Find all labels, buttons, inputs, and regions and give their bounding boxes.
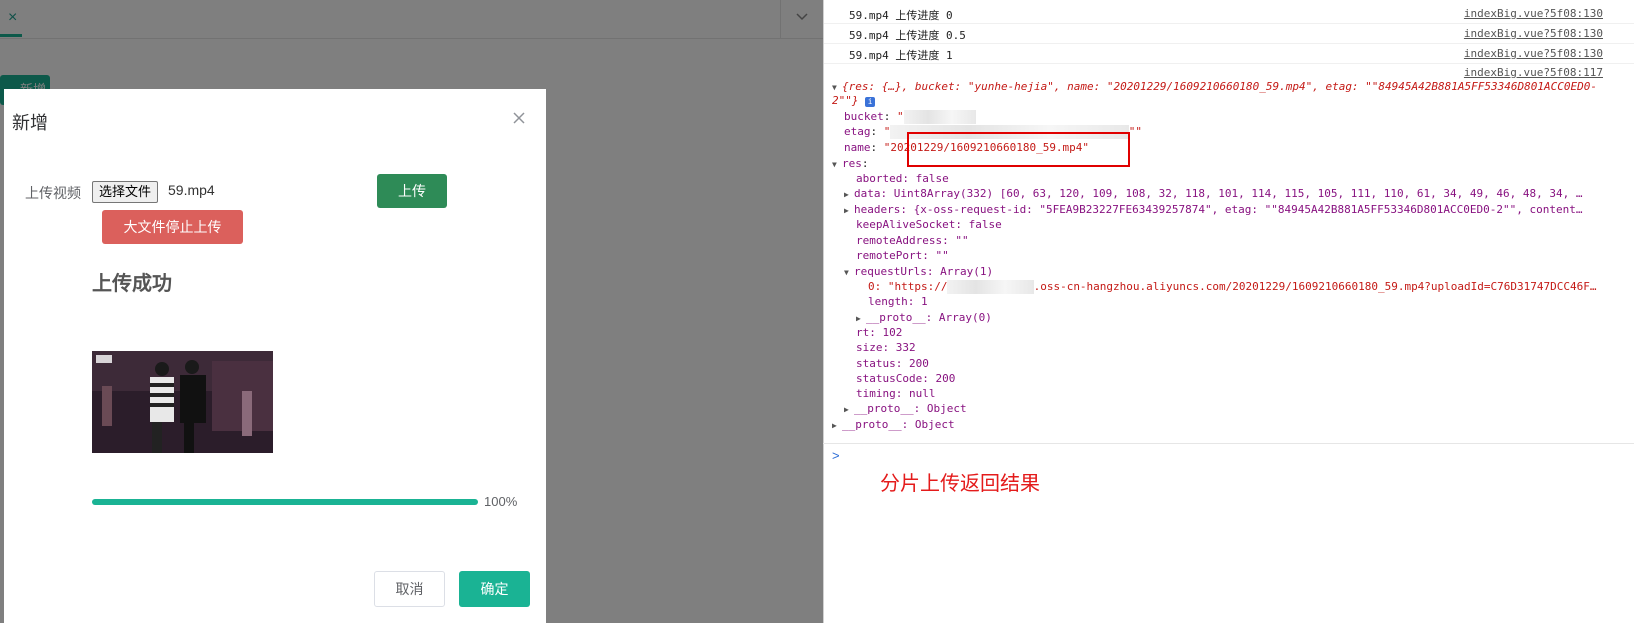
status-line: status: 200 bbox=[856, 357, 929, 370]
selected-file-name: 59.mp4 bbox=[168, 182, 215, 198]
aborted-line: aborted: false bbox=[856, 172, 949, 185]
highlight-box bbox=[907, 132, 1130, 167]
video-frame-image bbox=[92, 351, 273, 453]
console-log-row: 59.mp4 上传进度 0 indexBig.vue?5f08:130 bbox=[824, 3, 1634, 24]
request-url-item: 0: "https://xxxxxxxxxxxxx.oss-cn-hangzho… bbox=[868, 280, 1597, 294]
remote-address-line: remoteAddress: "" bbox=[856, 234, 969, 247]
headers-text: headers: {x-oss-request-id: "5FEA9B23227… bbox=[854, 203, 1583, 216]
stop-large-upload-button[interactable]: 大文件停止上传 bbox=[102, 210, 243, 244]
url-suffix: .oss-cn-hangzhou.aliyuncs.com/20201229/1… bbox=[1033, 280, 1597, 293]
video-preview[interactable] bbox=[92, 351, 273, 453]
res-property[interactable]: ▼ res: bbox=[832, 157, 869, 172]
object-summary-line-2: 2""} i bbox=[832, 94, 876, 108]
close-icon[interactable] bbox=[511, 110, 527, 126]
upload-progress-text: 100% bbox=[484, 494, 518, 509]
proto-object-inner-property[interactable]: ▶ __proto__: Object bbox=[844, 402, 967, 417]
status-code-line: statusCode: 200 bbox=[856, 372, 956, 385]
log-source-link[interactable]: indexBig.vue?5f08:130 bbox=[1464, 7, 1603, 20]
console-divider bbox=[823, 443, 1634, 444]
log-source-link[interactable]: indexBig.vue?5f08:130 bbox=[1464, 27, 1603, 40]
log-source-link[interactable]: indexBig.vue?5f08:130 bbox=[1464, 47, 1603, 60]
expanded-triangle-icon: ▼ bbox=[832, 160, 837, 169]
collapsed-triangle-icon: ▶ bbox=[844, 206, 849, 215]
app-area: × 新增 新增 上传视频 选择文件 59.mp4 上传 大文件停止上传 上传成功 bbox=[0, 0, 823, 623]
log-message: 59.mp4 上传进度 0 bbox=[849, 9, 953, 22]
upload-video-label: 上传视频 bbox=[25, 185, 81, 201]
proto-object-outer-text: __proto__: Object bbox=[842, 418, 955, 431]
remote-port-line: remotePort: "" bbox=[856, 249, 949, 262]
length-line: length: 1 bbox=[868, 295, 928, 308]
confirm-button[interactable]: 确定 bbox=[459, 571, 530, 607]
object-summary-line[interactable]: ▼ {res: {…}, bucket: "yunhe-hejia", name:… bbox=[832, 80, 1597, 95]
devtools-console: 59.mp4 上传进度 0 indexBig.vue?5f08:130 59.m… bbox=[823, 0, 1634, 623]
data-text: data: Uint8Array(332) [60, 63, 120, 109,… bbox=[854, 187, 1583, 200]
console-log-row: 59.mp4 上传进度 1 indexBig.vue?5f08:130 bbox=[824, 43, 1634, 64]
upload-progress-fill bbox=[92, 499, 478, 505]
annotation-text: 分片上传返回结果 bbox=[880, 471, 1040, 495]
expanded-triangle-icon: ▼ bbox=[844, 268, 849, 277]
name-key: name bbox=[844, 141, 871, 154]
log-message: 59.mp4 上传进度 1 bbox=[849, 49, 953, 62]
object-source-link[interactable]: indexBig.vue?5f08:117 bbox=[1464, 66, 1603, 79]
object-summary-end: 2""} bbox=[832, 94, 859, 107]
bucket-property: bucket: "xxxxxxxxxxx bbox=[844, 110, 977, 124]
data-property[interactable]: ▶ data: Uint8Array(332) [60, 63, 120, 109… bbox=[844, 187, 1582, 202]
proto-array-text: __proto__: Array(0) bbox=[866, 311, 992, 324]
res-key: res bbox=[842, 157, 862, 170]
size-line: size: 332 bbox=[856, 341, 916, 354]
headers-property[interactable]: ▶ headers: {x-oss-request-id: "5FEA9B2322… bbox=[844, 203, 1582, 218]
cancel-button[interactable]: 取消 bbox=[374, 571, 445, 607]
redacted-value: xxxxxxxxxxx bbox=[903, 110, 977, 124]
console-log-row: 59.mp4 上传进度 0.5 indexBig.vue?5f08:130 bbox=[824, 23, 1634, 44]
console-prompt[interactable]: > bbox=[832, 448, 840, 463]
request-urls-text: requestUrls: Array(1) bbox=[854, 265, 994, 278]
add-dialog: 新增 上传视频 选择文件 59.mp4 上传 大文件停止上传 上传成功 100%… bbox=[4, 89, 546, 623]
upload-progress-bar bbox=[92, 499, 478, 505]
collapsed-triangle-icon: ▶ bbox=[844, 405, 849, 414]
proto-object-outer-property[interactable]: ▶ __proto__: Object bbox=[832, 418, 955, 433]
proto-object-inner-text: __proto__: Object bbox=[854, 402, 967, 415]
etag-key: etag bbox=[844, 125, 871, 138]
expanded-triangle-icon: ▼ bbox=[832, 83, 837, 92]
upload-button[interactable]: 上传 bbox=[377, 174, 447, 208]
collapsed-triangle-icon: ▶ bbox=[832, 421, 837, 430]
url-prefix: 0: "https:// bbox=[868, 280, 948, 293]
choose-file-button[interactable]: 选择文件 bbox=[92, 181, 159, 203]
redacted-value: xxxxxxxxxxxxx bbox=[947, 280, 1034, 294]
timing-line: timing: null bbox=[856, 387, 936, 400]
proto-array-property[interactable]: ▶ __proto__: Array(0) bbox=[856, 311, 992, 326]
object-summary-text: {res: {…}, bucket: "yunhe-hejia", name: … bbox=[842, 80, 1597, 93]
log-message: 59.mp4 上传进度 0.5 bbox=[849, 29, 966, 42]
collapsed-triangle-icon: ▶ bbox=[856, 314, 861, 323]
collapsed-triangle-icon: ▶ bbox=[844, 190, 849, 199]
keepalive-line: keepAliveSocket: false bbox=[856, 218, 1002, 231]
bucket-key: bucket bbox=[844, 110, 884, 123]
info-icon: i bbox=[865, 97, 876, 107]
upload-success-text: 上传成功 bbox=[92, 273, 172, 295]
request-urls-property[interactable]: ▼ requestUrls: Array(1) bbox=[844, 265, 993, 280]
dialog-title: 新增 bbox=[12, 113, 48, 133]
rt-line: rt: 102 bbox=[856, 326, 903, 339]
